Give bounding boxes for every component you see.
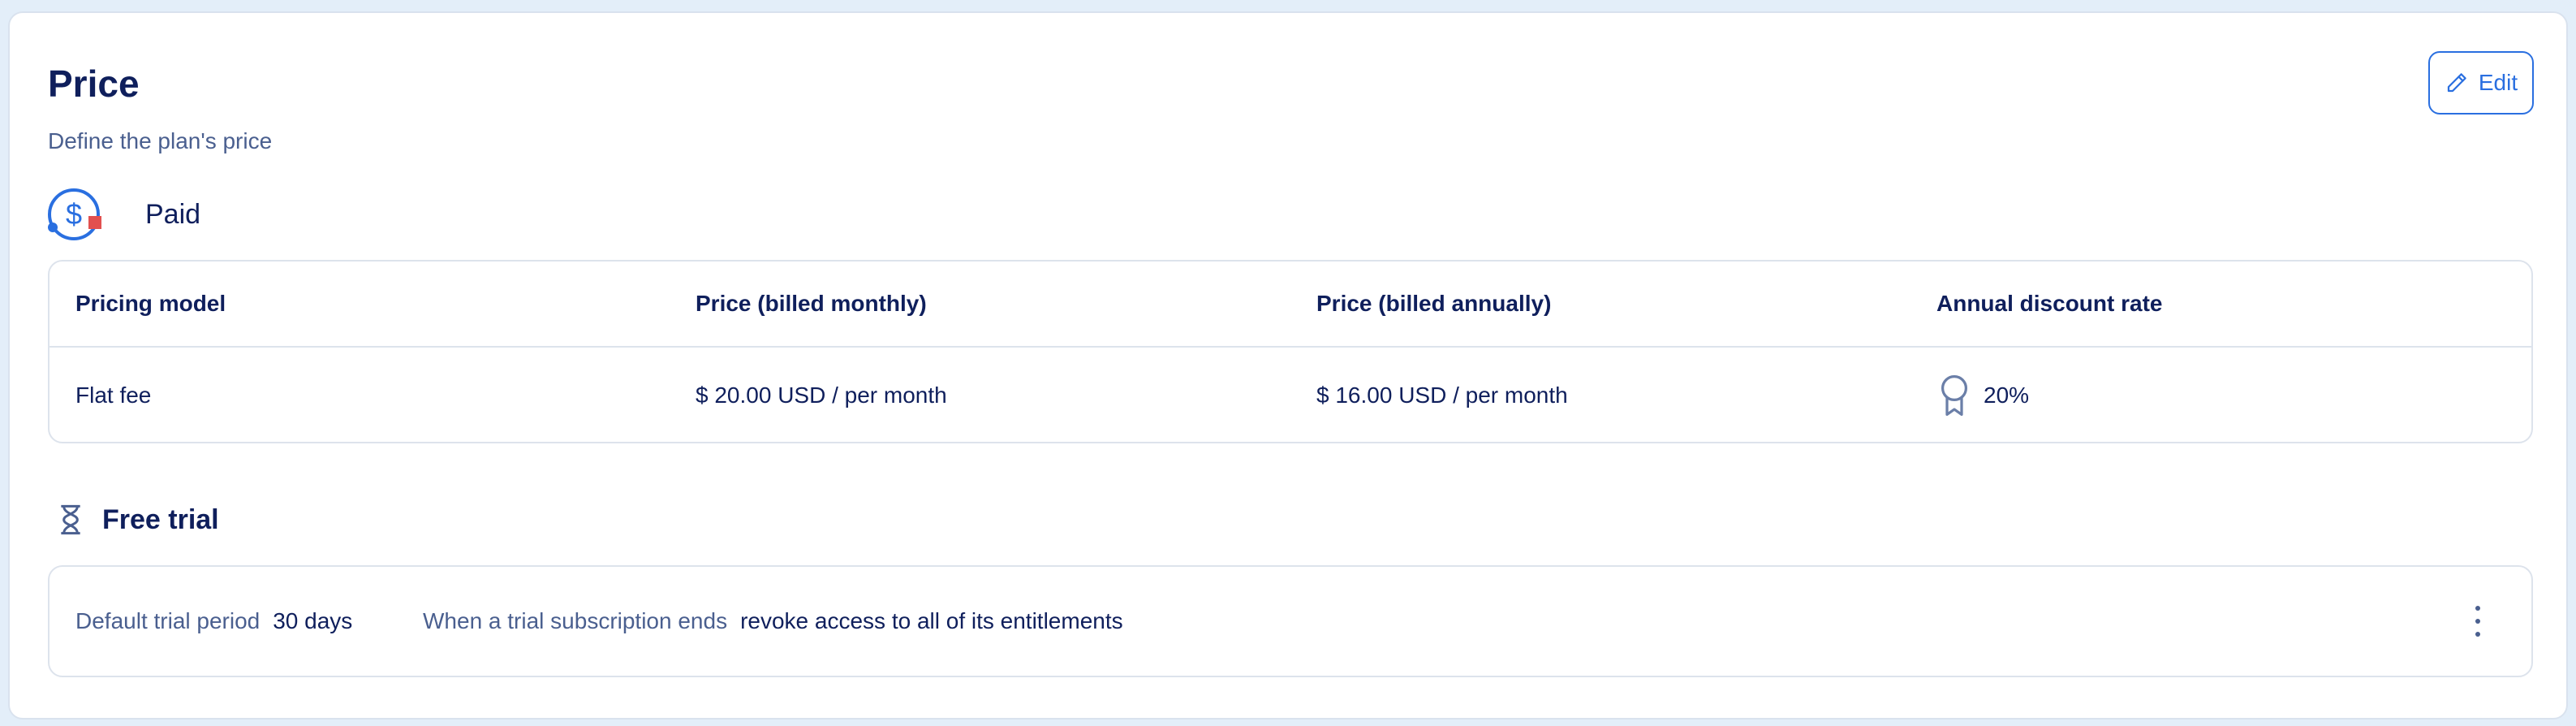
trial-end-behavior: When a trial subscription ends revoke ac…: [423, 608, 1123, 634]
kebab-dot-icon: [2475, 619, 2480, 624]
page-title: Price: [48, 63, 140, 105]
cell-price-annually: $ 16.00 USD / per month: [1316, 382, 1568, 408]
discount-value: 20%: [1984, 382, 2030, 408]
column-header-price-monthly: Price (billed monthly): [696, 291, 927, 316]
free-trial-heading: Free trial: [57, 503, 219, 536]
edit-button-label: Edit: [2478, 70, 2518, 95]
plan-type: $ Paid: [46, 184, 200, 245]
cell-price-monthly: $ 20.00 USD / per month: [696, 382, 947, 408]
dollar-circle-icon: $: [46, 184, 119, 245]
edit-button[interactable]: Edit: [2428, 51, 2534, 115]
table-header-row: Pricing model Price (billed monthly) Pri…: [50, 261, 2531, 348]
more-options-button[interactable]: [2470, 603, 2486, 640]
default-trial-period-key: Default trial period: [75, 608, 261, 633]
free-trial-label: Free trial: [102, 503, 219, 535]
trial-end-key: When a trial subscription ends: [423, 608, 728, 633]
column-header-pricing-model: Pricing model: [75, 291, 226, 316]
free-trial-settings: Default trial period 30 days When a tria…: [48, 565, 2533, 677]
page-subtitle: Define the plan's price: [48, 128, 273, 153]
plan-type-label: Paid: [145, 198, 201, 230]
column-header-price-annually: Price (billed annually): [1316, 291, 1552, 316]
default-trial-period: Default trial period 30 days: [75, 608, 352, 634]
award-icon: [1941, 374, 1968, 417]
default-trial-period-value: 30 days: [273, 608, 353, 633]
kebab-dot-icon: [2475, 606, 2480, 611]
column-header-discount-rate: Annual discount rate: [1936, 291, 2163, 316]
cell-discount-rate: 20%: [1936, 374, 2029, 417]
pencil-icon: [2447, 73, 2466, 93]
price-table: Pricing model Price (billed monthly) Pri…: [48, 260, 2533, 443]
trial-end-value: revoke access to all of its entitlements: [740, 608, 1123, 633]
price-card: Price Define the plan's price Edit $ Pai…: [8, 11, 2568, 720]
table-row: Flat fee $ 20.00 USD / per month $ 16.00…: [50, 348, 2531, 443]
cell-pricing-model: Flat fee: [75, 382, 152, 408]
hourglass-icon: [61, 504, 80, 535]
kebab-dot-icon: [2475, 632, 2480, 637]
svg-text:$: $: [66, 197, 82, 231]
